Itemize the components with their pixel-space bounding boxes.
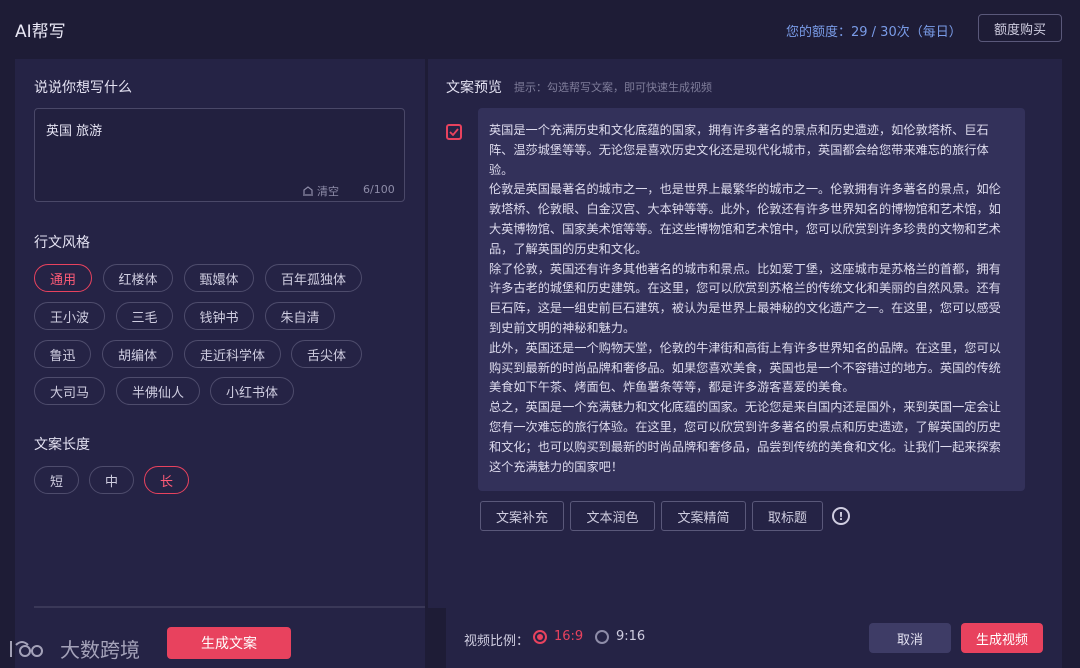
check-icon (449, 128, 459, 136)
length-chip-short[interactable]: 短 (34, 466, 79, 494)
app-title: AI帮写 (15, 22, 66, 42)
ratio-radio-9-16[interactable] (595, 630, 609, 644)
get-title-button[interactable]: 取标题 (752, 501, 823, 531)
copy-paragraph: 除了伦敦，英国还有许多其他著名的城市和景点。比如爱丁堡，这座城市是苏格兰的首都，… (489, 261, 1001, 335)
topic-input-value[interactable]: 英国 旅游 (46, 120, 102, 139)
length-chip-medium[interactable]: 中 (89, 466, 134, 494)
style-chip[interactable]: 鲁迅 (34, 340, 91, 368)
info-icon[interactable]: ! (832, 507, 850, 525)
preview-hint: 提示：勾选帮写文案，即可快速生成视频 (514, 81, 712, 94)
left-divider (34, 606, 425, 608)
style-chip[interactable]: 百年孤独体 (265, 264, 362, 292)
style-chip[interactable]: 小红书体 (210, 377, 294, 405)
quota-text: 您的额度：29 / 30次（每日） (786, 25, 962, 40)
style-chip[interactable]: 王小波 (34, 302, 105, 330)
ratio-option-16-9[interactable]: 16:9 (554, 629, 583, 644)
style-chip[interactable]: 大司马 (34, 377, 105, 405)
copy-preview-text: 英国是一个充满历史和文化底蕴的国家，拥有许多著名的景点和历史遗迹，如伦敦塔桥、巨… (489, 121, 1013, 477)
top-bar: AI帮写 您的额度：29 / 30次（每日） 额度购买 (0, 0, 1080, 56)
ratio-option-9-16[interactable]: 9:16 (616, 629, 645, 644)
supplement-copy-button[interactable]: 文案补充 (480, 501, 564, 531)
style-chip[interactable]: 甄嬛体 (184, 264, 254, 292)
watermark-text: 大数跨境 (60, 638, 140, 662)
char-counter: 6/100 (363, 183, 395, 196)
cancel-button[interactable]: 取消 (869, 623, 951, 653)
style-chip[interactable]: 胡编体 (102, 340, 173, 368)
buy-quota-button[interactable]: 额度购买 (978, 14, 1062, 42)
eraser-icon (303, 186, 313, 196)
polish-text-button[interactable]: 文本润色 (570, 501, 655, 531)
length-chip-long[interactable]: 长 (144, 466, 189, 494)
ratio-label: 视频比例： (464, 634, 530, 649)
watermark-mark-icon (10, 640, 44, 657)
copy-paragraph: 总之，英国是一个充满魅力和文化底蕴的国家。无论您是来自国内还是国外，来到英国一定… (489, 400, 1001, 474)
style-chip[interactable]: 舌尖体 (291, 340, 362, 368)
prompt-title: 说说你想写什么 (34, 80, 132, 96)
copy-checkbox[interactable] (446, 124, 462, 140)
copy-paragraph: 英国是一个充满历史和文化底蕴的国家，拥有许多著名的景点和历史遗迹，如伦敦塔桥、巨… (489, 123, 989, 177)
style-chip[interactable]: 红楼体 (103, 264, 173, 292)
watermark-logo: 大数跨境 (8, 634, 140, 663)
condense-copy-button[interactable]: 文案精简 (661, 501, 746, 531)
clear-label[interactable]: 清空 (317, 183, 339, 199)
style-chip[interactable]: 三毛 (116, 302, 173, 330)
style-chip[interactable]: 通用 (34, 264, 92, 292)
ratio-radio-16-9[interactable] (533, 630, 547, 644)
clear-button[interactable]: 清空 (302, 183, 339, 199)
style-chip[interactable]: 钱钟书 (184, 302, 254, 330)
copy-paragraph: 伦敦是英国最著名的城市之一，也是世界上最繁华的城市之一。伦敦拥有许多著名的景点，… (489, 182, 1001, 256)
style-chip[interactable]: 半佛仙人 (116, 377, 200, 405)
length-title: 文案长度 (34, 437, 90, 453)
generate-video-button[interactable]: 生成视频 (961, 623, 1043, 653)
generate-copy-button[interactable]: 生成文案 (167, 627, 291, 659)
preview-title: 文案预览 (446, 80, 502, 96)
style-chip[interactable]: 朱自清 (265, 302, 335, 330)
style-title: 行文风格 (34, 235, 90, 251)
style-chip[interactable]: 走近科学体 (184, 340, 281, 368)
copy-paragraph: 此外，英国还是一个购物天堂，伦敦的牛津街和高街上有许多世界知名的品牌。在这里，您… (489, 340, 1001, 395)
